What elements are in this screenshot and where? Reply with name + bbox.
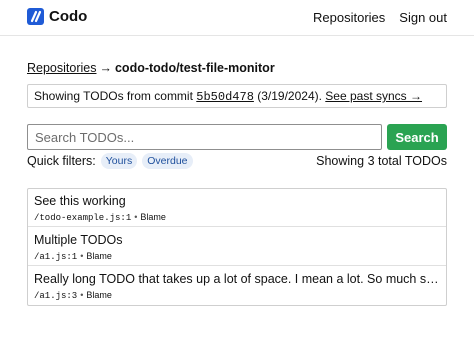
todo-meta: /todo-example.js:1 • Blame [34,212,440,223]
bullet-separator: • [80,251,84,261]
todo-list: See this working /todo-example.js:1 • Blam… [27,188,447,306]
top-navbar: Codo Repositories Sign out [0,0,474,36]
todo-list-item[interactable]: See this working /todo-example.js:1 • Blam… [28,189,446,227]
todo-list-item[interactable]: Really long TODO that takes up a lot of … [28,267,446,305]
todo-file-path-link[interactable]: /a1.js:1 [34,252,77,262]
search-input[interactable] [27,124,382,150]
todo-title[interactable]: See this working [34,194,440,208]
bullet-separator: • [80,290,84,300]
filter-chip-yours[interactable]: Yours [100,153,138,169]
brand-name[interactable]: Codo [49,8,87,25]
commit-info-prefix: Showing TODOs from commit [34,89,193,103]
bullet-separator: • [134,212,138,222]
todo-total-count: Showing 3 total TODOs [316,154,447,168]
nav-sign-out-link[interactable]: Sign out [399,10,447,25]
todo-title[interactable]: Multiple TODOs [34,233,440,247]
blame-link[interactable]: Blame [86,251,112,261]
commit-hash-link[interactable]: 5b50d478 [196,90,254,104]
commit-info-box: Showing TODOs from commit 5b50d478 (3/19… [27,84,447,108]
search-button[interactable]: Search [387,124,447,150]
breadcrumb: Repositories → codo-todo/test-file-monitor [27,61,275,75]
blame-link[interactable]: Blame [86,290,112,300]
todo-list-item[interactable]: Multiple TODOs /a1.js:1 • Blame [28,228,446,266]
todo-file-path-link[interactable]: /todo-example.js:1 [34,213,131,223]
nav-repositories-link[interactable]: Repositories [313,10,385,25]
brand[interactable]: Codo [27,8,87,25]
todo-title[interactable]: Really long TODO that takes up a lot of … [34,272,440,286]
breadcrumb-repositories-link[interactable]: Repositories [27,61,96,75]
past-syncs-link[interactable]: See past syncs → [325,89,422,103]
todo-meta: /a1.js:3 • Blame [34,290,440,301]
header-nav: Repositories Sign out [313,10,447,25]
commit-date: (3/19/2024). [257,89,322,103]
todo-file-path-link[interactable]: /a1.js:3 [34,291,77,301]
blame-link[interactable]: Blame [140,212,166,222]
quick-filters: Quick filters: Yours Overdue [27,153,193,169]
todo-meta: /a1.js:1 • Blame [34,251,440,262]
breadcrumb-arrow-icon: → [99,61,112,75]
quick-filters-label: Quick filters: [27,154,96,168]
breadcrumb-current-repo: codo-todo/test-file-monitor [114,61,275,75]
codo-logo-icon [27,8,44,25]
filter-chip-overdue[interactable]: Overdue [142,153,193,169]
